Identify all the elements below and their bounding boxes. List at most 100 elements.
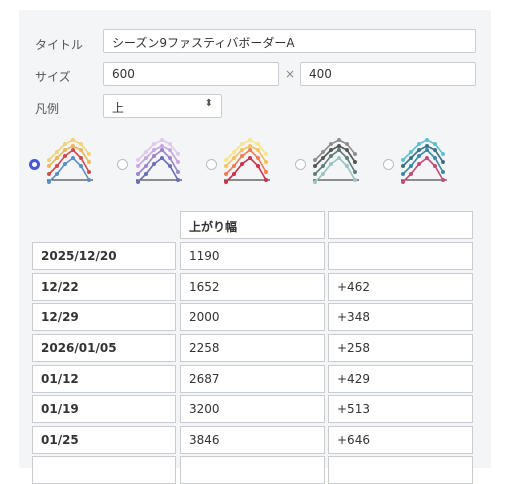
diff-cell[interactable]: +258	[328, 334, 473, 362]
theme-2-point	[136, 172, 140, 176]
theme-3-point	[232, 172, 236, 176]
value-cell[interactable]	[180, 456, 325, 484]
theme-1-point	[87, 170, 91, 174]
row-label-cell[interactable]	[32, 456, 176, 484]
theme-5-point	[401, 180, 405, 184]
diff-cell[interactable]	[328, 456, 473, 484]
theme-3-radio[interactable]	[206, 159, 217, 170]
row-label-cell[interactable]: 01/25	[32, 426, 176, 454]
select-caret-icon: ⬍	[204, 98, 213, 109]
theme-5-point	[433, 142, 437, 146]
theme-1-point	[63, 162, 67, 166]
value-cell[interactable]: 2000	[180, 303, 325, 331]
theme-5-point	[417, 154, 421, 158]
diff-cell[interactable]: +348	[328, 303, 473, 331]
size-label: サイズ	[35, 70, 71, 84]
theme-2-radio[interactable]	[117, 159, 128, 170]
theme-3-point	[256, 156, 260, 160]
theme-1-point	[47, 164, 51, 168]
value-cell[interactable]: 1652	[180, 273, 325, 301]
theme-3-point	[240, 162, 244, 166]
title-label: タイトル	[35, 38, 84, 52]
theme-3-point	[240, 148, 244, 152]
theme-1-point	[47, 158, 51, 162]
header-cell-2[interactable]	[328, 211, 473, 239]
row-label-cell[interactable]: 01/12	[32, 365, 176, 393]
value-cell[interactable]: 2687	[180, 365, 325, 393]
theme-2-point	[168, 156, 172, 160]
value-cell[interactable]: 1190	[180, 242, 325, 270]
theme-3-point	[264, 170, 268, 174]
theme-4-point	[313, 158, 317, 162]
theme-4-point	[337, 144, 341, 148]
theme-4-point	[345, 142, 349, 146]
theme-3-point	[264, 178, 268, 182]
theme-4-point	[337, 156, 341, 160]
header-cell-1[interactable]: 上がり幅	[180, 211, 325, 239]
theme-1-point	[55, 172, 59, 176]
theme-1-point	[55, 150, 59, 154]
theme-3-point	[256, 164, 260, 168]
theme-2-point	[144, 164, 148, 168]
diff-cell[interactable]: +513	[328, 395, 473, 423]
theme-1-point	[63, 148, 67, 152]
theme-4-point	[345, 148, 349, 152]
theme-1-point	[79, 142, 83, 146]
theme-5-point	[433, 156, 437, 160]
theme-4-point	[321, 164, 325, 168]
theme-2-thumbnail[interactable]	[134, 136, 184, 186]
theme-4-point	[329, 142, 333, 146]
diff-cell[interactable]	[328, 242, 473, 270]
theme-2-point	[152, 142, 156, 146]
theme-4-thumbnail[interactable]	[311, 136, 361, 186]
theme-1-point	[63, 142, 67, 146]
diff-cell[interactable]: +462	[328, 273, 473, 301]
theme-1-point	[87, 160, 91, 164]
theme-2-point	[136, 180, 140, 184]
theme-5-thumbnail[interactable]	[399, 136, 449, 186]
theme-1-thumbnail[interactable]	[45, 136, 95, 186]
theme-2-point	[144, 150, 148, 154]
theme-4-point	[329, 162, 333, 166]
theme-5-point	[417, 148, 421, 152]
theme-3-thumbnail[interactable]	[222, 136, 272, 186]
theme-5-point	[441, 170, 445, 174]
theme-1-point	[87, 152, 91, 156]
row-label-cell[interactable]: 2026/01/05	[32, 334, 176, 362]
theme-2-point	[176, 170, 180, 174]
theme-4-radio[interactable]	[295, 159, 306, 170]
value-cell[interactable]: 2258	[180, 334, 325, 362]
title-input[interactable]: シーズン9ファスティバボーダーA	[103, 29, 476, 53]
row-label-cell[interactable]: 2025/12/20	[32, 242, 176, 270]
theme-1-point	[71, 144, 75, 148]
theme-1-point	[71, 148, 75, 152]
diff-cell[interactable]: +429	[328, 365, 473, 393]
diff-cell[interactable]: +646	[328, 426, 473, 454]
row-label-cell[interactable]: 12/29	[32, 303, 176, 331]
theme-3-point	[224, 180, 228, 184]
theme-2-point	[160, 148, 164, 152]
theme-3-point	[224, 158, 228, 162]
theme-3-point	[264, 152, 268, 156]
row-label-cell[interactable]: 12/22	[32, 273, 176, 301]
theme-5-point	[433, 148, 437, 152]
theme-5-point	[401, 158, 405, 162]
theme-4-point	[313, 172, 317, 176]
theme-1-radio[interactable]	[29, 159, 40, 170]
theme-5-point	[409, 150, 413, 154]
theme-2-point	[168, 164, 172, 168]
value-cell[interactable]: 3846	[180, 426, 325, 454]
theme-1-point	[63, 154, 67, 158]
theme-5-point	[401, 172, 405, 176]
theme-2-point	[168, 148, 172, 152]
value-cell[interactable]: 3200	[180, 395, 325, 423]
row-label-cell[interactable]: 01/19	[32, 395, 176, 423]
height-input[interactable]: 400	[300, 62, 476, 86]
theme-1-point	[87, 178, 91, 182]
width-input[interactable]: 600	[103, 62, 279, 86]
theme-1-point	[47, 172, 51, 176]
legend-select[interactable]: 上 ⬍	[103, 94, 222, 118]
theme-2-point	[176, 152, 180, 156]
theme-5-radio[interactable]	[383, 159, 394, 170]
theme-2-point	[168, 142, 172, 146]
